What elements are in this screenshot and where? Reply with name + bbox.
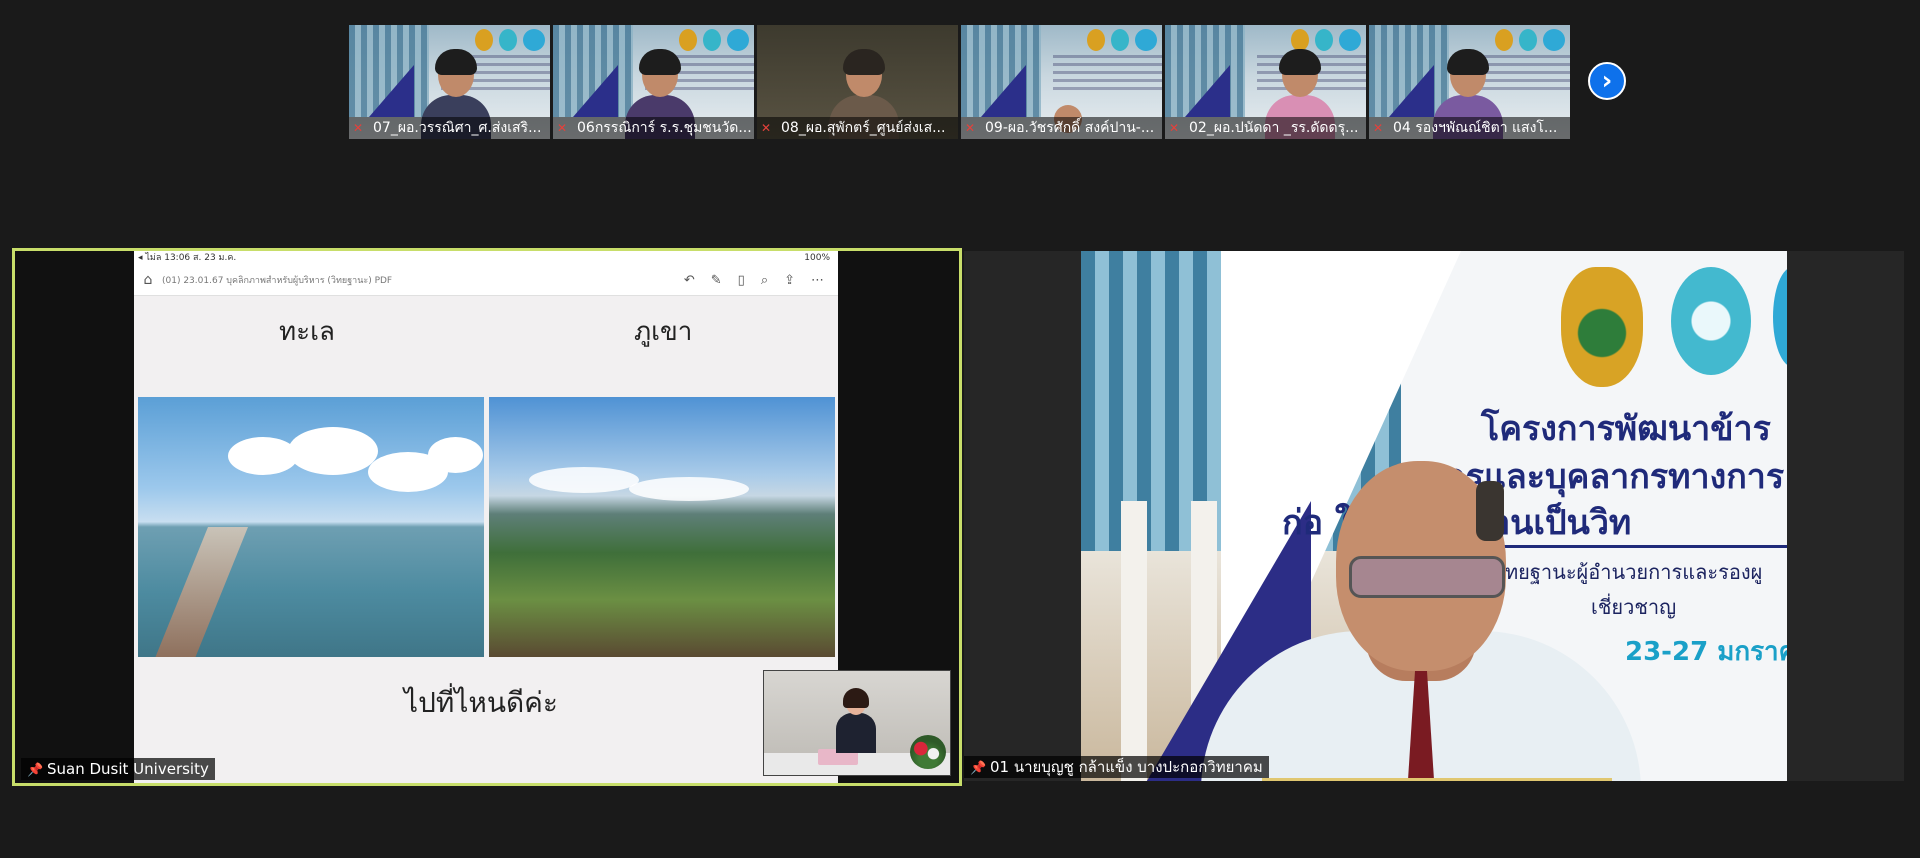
speaker-tile-shared-screen[interactable]: ◂ ไม่ล 13:06 ส. 23 ม.ค. 100% ⌂ (01) 23.0… <box>12 248 962 786</box>
mountain-photo <box>489 397 835 657</box>
battery-level: 100% <box>804 253 830 263</box>
banner-line: โครงการพัฒนาข้าร <box>1481 409 1771 449</box>
participant-name: 08_ผอ.สุพักตร์_ศูนย์ส่งเส... <box>781 120 946 136</box>
mic-muted-icon: ✕ <box>1373 121 1384 135</box>
university-emblem-icon <box>703 29 721 51</box>
hcd-logo-icon <box>1339 29 1361 51</box>
hcd-logo-icon <box>523 29 545 51</box>
speaker-name-tag: 📌 Suan Dusit University <box>21 758 215 780</box>
participant-thumbnail[interactable]: ✕ 07_ผอ.วรรณิศา_ศ.ส่งเสริ... <box>349 25 550 139</box>
slide-heading-sea: ทะเล <box>279 317 335 347</box>
school-emblem-icon <box>1495 29 1513 51</box>
school-emblem-icon <box>475 29 493 51</box>
pdf-toolbar: ⌂ (01) 23.01.67 บุคลิกภาพสำหรับผู้บริหาร… <box>134 265 838 296</box>
university-emblem-icon <box>499 29 517 51</box>
search-icon[interactable]: ⌕ <box>761 273 768 288</box>
participant-name: 02_ผอ.ปนัดดา _รร.ดัดดรุ... <box>1189 120 1359 136</box>
share-icon[interactable]: ⇪ <box>784 273 795 288</box>
ipad-status-bar: ◂ ไม่ล 13:06 ส. 23 ม.ค. 100% <box>134 251 838 265</box>
participant-thumbnail[interactable]: ✕ 02_ผอ.ปนัดดา _รร.ดัดดรุ... <box>1165 25 1366 139</box>
mic-muted-icon: ✕ <box>965 121 976 135</box>
document-icon[interactable]: ▯ <box>738 273 745 288</box>
participant-thumbnail[interactable]: ✕ 06กรรณิการ์ ร.ร.ชุมชนวัด... <box>553 25 754 139</box>
slide-heading-mountain: ภูเขา <box>634 317 693 347</box>
university-emblem-icon <box>1671 267 1751 375</box>
school-emblem-icon <box>1291 29 1309 51</box>
university-emblem-icon <box>1519 29 1537 51</box>
pin-icon: 📌 <box>27 763 44 778</box>
hcd-logo-icon <box>1543 29 1565 51</box>
participant-person <box>1191 461 1651 781</box>
participant-name: 06กรรณิการ์ ร.ร.ชุมชนวัด... <box>577 120 752 136</box>
shared-ipad-screen: ◂ ไม่ล 13:06 ส. 23 ม.ค. 100% ⌂ (01) 23.0… <box>134 251 838 783</box>
participant-thumbnail[interactable]: ✕ 08_ผอ.สุพักตร์_ศูนย์ส่งเส... <box>757 25 958 139</box>
next-page-button[interactable]: › <box>1588 62 1626 100</box>
markup-icon[interactable]: ✎ <box>711 273 722 288</box>
university-emblem-icon <box>1315 29 1333 51</box>
school-emblem-icon <box>679 29 697 51</box>
university-emblem-icon <box>1111 29 1129 51</box>
mic-muted-icon: ✕ <box>761 121 772 135</box>
mic-muted-icon: ✕ <box>353 121 364 135</box>
participant-gallery-strip: ✕ 07_ผอ.วรรณิศา_ศ.ส่งเสริ... ✕ 06กรรณิการ์… <box>349 25 1570 139</box>
chevron-right-icon: › <box>1601 66 1613 96</box>
hcd-logo-icon <box>1773 267 1787 367</box>
mic-muted-icon: ✕ <box>1169 121 1180 135</box>
hcd-logo-icon <box>1135 29 1157 51</box>
participant-thumbnail[interactable]: ✕ 04 รองฯพัณณ์ชิตา แสงโ... <box>1369 25 1570 139</box>
participant-video: โครงการพัฒนาข้าร ครูและบุคลากรทางการ ก่อ… <box>1081 251 1787 781</box>
document-title: (01) 23.01.67 บุคลิกภาพสำหรับผู้บริหาร (… <box>162 276 393 286</box>
home-icon[interactable]: ⌂ <box>134 272 162 288</box>
pin-icon: 📌 <box>970 761 987 776</box>
participant-name: 01 นายบุญชู กล้าแข็ง บางปะกอกวิทยาคม <box>990 758 1263 776</box>
participant-name: 09-ผอ.วัชรศักดิ์ สงค์ปาน-... <box>985 120 1155 136</box>
undo-icon[interactable]: ↶ <box>684 273 695 288</box>
status-time: ◂ ไม่ล 13:06 ส. 23 ม.ค. <box>138 253 237 263</box>
school-emblem-icon <box>1561 267 1643 387</box>
participant-name: 07_ผอ.วรรณิศา_ศ.ส่งเสริ... <box>373 120 542 136</box>
school-emblem-icon <box>1087 29 1105 51</box>
sea-photo <box>138 397 484 657</box>
participant-name: 04 รองฯพัณณ์ชิตา แสงโ... <box>1393 120 1558 136</box>
presenter-camera-overlay <box>763 670 951 776</box>
participant-name-tag: 📌 01 นายบุญชู กล้าแข็ง บางปะกอกวิทยาคม <box>964 756 1269 778</box>
slide-question: ไปที่ไหนดีค่ะ <box>404 686 558 719</box>
more-icon[interactable]: ⋯ <box>811 273 824 288</box>
hcd-logo-icon <box>727 29 749 51</box>
participant-tile-camera[interactable]: โครงการพัฒนาข้าร ครูและบุคลากรทางการ ก่อ… <box>964 251 1904 781</box>
mic-muted-icon: ✕ <box>557 121 568 135</box>
speaker-name: Suan Dusit University <box>47 760 209 778</box>
participant-thumbnail[interactable]: ✕ 09-ผอ.วัชรศักดิ์ สงค์ปาน-... <box>961 25 1162 139</box>
